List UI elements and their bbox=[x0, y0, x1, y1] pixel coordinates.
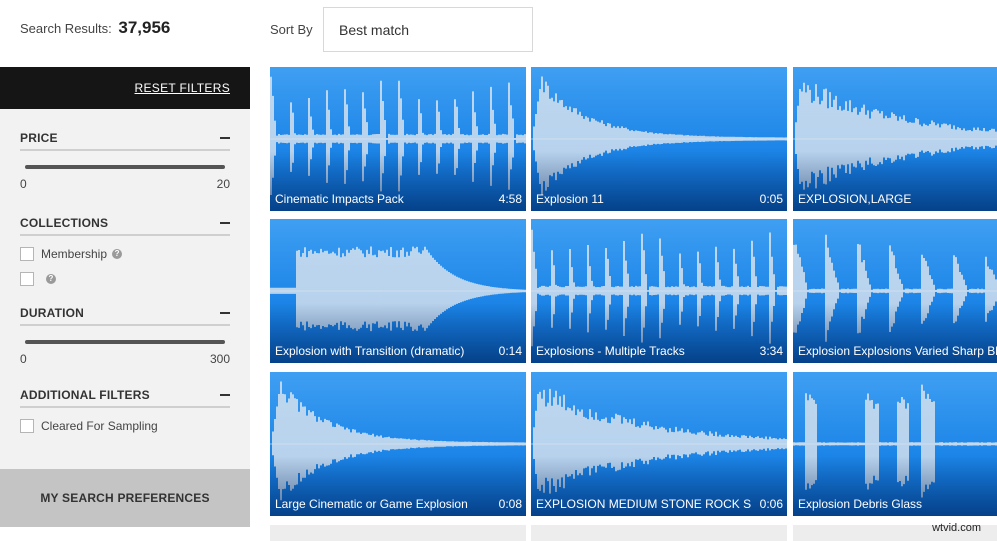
collections-header[interactable]: COLLECTIONS bbox=[20, 216, 230, 236]
result-duration: 4:58 bbox=[498, 192, 522, 206]
result-title[interactable]: Explosion 11 bbox=[536, 192, 604, 206]
duration-header[interactable]: DURATION bbox=[20, 306, 230, 326]
price-header[interactable]: PRICE bbox=[20, 131, 230, 151]
cleared-for-sampling-option[interactable]: Cleared For Sampling bbox=[20, 419, 230, 433]
results-grid: Cinematic Impacts Pack 4:58 Explosion 11… bbox=[270, 67, 997, 541]
result-duration: 0:14 bbox=[498, 344, 522, 358]
watermark: wtvid.com bbox=[932, 522, 981, 534]
result-title[interactable]: Explosion with Transition (dramatic) bbox=[275, 344, 464, 358]
result-title[interactable]: Explosions - Multiple Tracks bbox=[536, 344, 685, 358]
membership-label: Membership bbox=[41, 247, 108, 261]
search-results-count: Search Results: 37,956 bbox=[20, 18, 170, 38]
membership-checkbox[interactable] bbox=[20, 247, 34, 261]
price-range-slider[interactable] bbox=[25, 165, 225, 169]
collections-title: COLLECTIONS bbox=[20, 216, 109, 230]
result-duration: 0:08 bbox=[498, 497, 522, 511]
result-title[interactable]: Explosion Debris Glass bbox=[798, 497, 922, 511]
price-min: 0 bbox=[20, 177, 27, 191]
reset-bar: RESET FILTERS bbox=[0, 67, 250, 109]
result-card[interactable]: Explosions - Multiple Tracks 3:34 bbox=[531, 219, 787, 363]
result-card[interactable]: Explosion Debris Glass bbox=[793, 372, 997, 516]
result-card[interactable]: Explosion Explosions Varied Sharp Bl bbox=[793, 219, 997, 363]
result-card[interactable]: Large Cinematic or Game Explosion 0:08 bbox=[270, 372, 526, 516]
duration-range-slider[interactable] bbox=[25, 340, 225, 344]
minus-icon[interactable] bbox=[220, 222, 230, 224]
collection-option[interactable]: ? bbox=[20, 272, 230, 286]
result-title[interactable]: EXPLOSION,LARGE bbox=[798, 192, 911, 206]
price-filter: PRICE 0 20 bbox=[20, 131, 230, 191]
my-search-preferences-button[interactable]: MY SEARCH PREFERENCES bbox=[0, 469, 250, 527]
cleared-for-sampling-checkbox[interactable] bbox=[20, 419, 34, 433]
result-duration: 0:06 bbox=[759, 497, 783, 511]
additional-filters: ADDITIONAL FILTERS Cleared For Sampling bbox=[20, 388, 230, 433]
result-title[interactable]: Large Cinematic or Game Explosion bbox=[275, 497, 468, 511]
sort-select[interactable]: Best match bbox=[323, 7, 533, 52]
result-title[interactable]: EXPLOSION MEDIUM STONE ROCK S... bbox=[536, 497, 751, 511]
result-card-placeholder bbox=[270, 525, 526, 541]
results-label: Search Results: bbox=[20, 21, 112, 36]
results-number: 37,956 bbox=[118, 18, 171, 37]
minus-icon[interactable] bbox=[220, 312, 230, 314]
result-duration: 3:34 bbox=[759, 344, 783, 358]
help-icon[interactable]: ? bbox=[46, 274, 56, 284]
reset-filters-link[interactable]: RESET FILTERS bbox=[135, 81, 230, 95]
result-card[interactable]: EXPLOSION MEDIUM STONE ROCK S... 0:06 bbox=[531, 372, 787, 516]
result-duration: 0:05 bbox=[759, 192, 783, 206]
result-card[interactable]: Explosion with Transition (dramatic) 0:1… bbox=[270, 219, 526, 363]
help-icon[interactable]: ? bbox=[112, 249, 123, 259]
filter-sidebar: RESET FILTERS PRICE 0 20 COLLECTIONS Mem… bbox=[0, 67, 250, 527]
result-card[interactable]: Explosion 11 0:05 bbox=[531, 67, 787, 211]
collections-filter: COLLECTIONS Membership ? ? bbox=[20, 216, 230, 286]
duration-title: DURATION bbox=[20, 306, 85, 320]
result-card-placeholder bbox=[531, 525, 787, 541]
cleared-for-sampling-label: Cleared For Sampling bbox=[41, 419, 158, 433]
duration-max: 300 bbox=[209, 352, 230, 366]
duration-filter: DURATION 0 300 bbox=[20, 306, 230, 366]
result-title[interactable]: Explosion Explosions Varied Sharp Bl bbox=[798, 344, 997, 358]
price-title: PRICE bbox=[20, 131, 58, 145]
minus-icon[interactable] bbox=[220, 137, 230, 139]
duration-min: 0 bbox=[20, 352, 27, 366]
additional-filters-title: ADDITIONAL FILTERS bbox=[20, 388, 150, 402]
collection-checkbox[interactable] bbox=[20, 272, 34, 286]
minus-icon[interactable] bbox=[220, 394, 230, 396]
additional-filters-header[interactable]: ADDITIONAL FILTERS bbox=[20, 388, 230, 408]
price-max: 20 bbox=[216, 177, 230, 191]
sort-by-label: Sort By bbox=[270, 22, 313, 37]
result-card[interactable]: Cinematic Impacts Pack 4:58 bbox=[270, 67, 526, 211]
membership-option[interactable]: Membership ? bbox=[20, 247, 230, 261]
result-title[interactable]: Cinematic Impacts Pack bbox=[275, 192, 404, 206]
result-card[interactable]: EXPLOSION,LARGE bbox=[793, 67, 997, 211]
